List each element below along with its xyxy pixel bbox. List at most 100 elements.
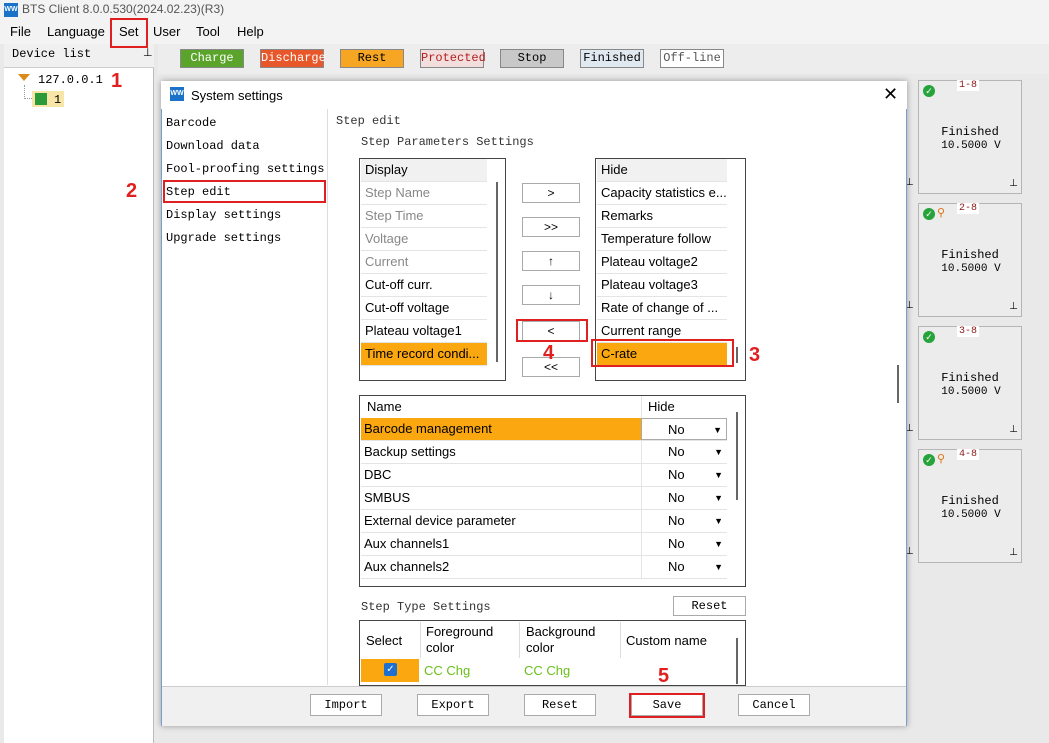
select-value: No: [668, 559, 685, 574]
table-row[interactable]: Aux channels2 No ▼: [361, 556, 727, 579]
import-button[interactable]: Import: [310, 694, 382, 716]
save-button[interactable]: Save: [631, 694, 703, 716]
hide-select[interactable]: No ▼: [641, 533, 727, 555]
hide-select[interactable]: No ▼: [641, 556, 727, 578]
channel-card[interactable]: ✓ ⚲ 4-8 Finished 10.5000 V ⊥: [918, 449, 1022, 563]
pin-icon[interactable]: ⊥: [143, 46, 153, 59]
channel-card[interactable]: ✓ 3-8 Finished 10.5000 V ⊥: [918, 326, 1022, 440]
hide-select[interactable]: No ▼: [641, 510, 727, 532]
list-item[interactable]: Plateau voltage3: [597, 274, 727, 297]
annotation-number: 2: [126, 180, 138, 202]
display-scrollbar[interactable]: [496, 182, 498, 362]
menu-user[interactable]: User: [153, 24, 180, 39]
nav-fool-proofing[interactable]: Fool-proofing settings: [166, 162, 324, 176]
table-row[interactable]: SMBUS No ▼: [361, 487, 727, 510]
list-item[interactable]: Plateau voltage1: [361, 320, 487, 343]
channel-card[interactable]: ✓ ⚲ 2-8 Finished 10.5000 V ⊥: [918, 203, 1022, 317]
app-icon: WW: [4, 3, 18, 17]
nav-download-data[interactable]: Download data: [166, 139, 260, 153]
status-protected[interactable]: Protected: [420, 49, 486, 68]
device-root[interactable]: 127.0.0.1: [38, 73, 103, 87]
list-item[interactable]: Temperature follow: [597, 228, 727, 251]
device-list-title: Device list: [12, 47, 92, 61]
channel-number: 3-8: [956, 326, 979, 337]
hide-select[interactable]: No ▼: [641, 464, 727, 486]
grid-scrollbar[interactable]: [736, 412, 738, 500]
move-up-button[interactable]: ↑: [522, 251, 580, 271]
table-row[interactable]: DBC No ▼: [361, 464, 727, 487]
checkbox-checked-icon[interactable]: ✓: [384, 663, 397, 676]
cancel-button[interactable]: Cancel: [738, 694, 810, 716]
dialog-scrollbar[interactable]: [897, 365, 899, 403]
nav-display-settings[interactable]: Display settings: [166, 208, 281, 222]
list-item[interactable]: Voltage: [361, 228, 487, 251]
channel-status: Finished: [941, 125, 999, 139]
status-rest[interactable]: Rest: [340, 49, 404, 68]
list-item[interactable]: Plateau voltage2: [597, 251, 727, 274]
section-title: Step edit: [336, 114, 401, 128]
key-icon: ⚲: [937, 207, 946, 219]
list-item[interactable]: Step Name: [361, 182, 487, 205]
move-all-right-button[interactable]: >>: [522, 217, 580, 237]
list-item-selected[interactable]: C-rate: [597, 343, 727, 366]
dialog-app-icon: WW: [170, 87, 184, 101]
export-button[interactable]: Export: [417, 694, 489, 716]
device-list-panel: [4, 44, 154, 743]
list-item[interactable]: Current: [361, 251, 487, 274]
list-item[interactable]: Step Time: [361, 205, 487, 228]
channel-card[interactable]: ✓ 1-8 Finished 10.5000 V ⊥: [918, 80, 1022, 194]
reset-button[interactable]: Reset: [524, 694, 596, 716]
pin-icon[interactable]: ⊥: [1009, 547, 1018, 558]
expand-icon[interactable]: [18, 74, 30, 81]
foreground-color-cell[interactable]: CC Chg: [424, 663, 470, 678]
nav-barcode[interactable]: Barcode: [166, 116, 216, 130]
status-charge[interactable]: Charge: [180, 49, 244, 68]
step-type-reset-button[interactable]: Reset: [673, 596, 746, 616]
menu-file[interactable]: File: [10, 24, 31, 39]
close-icon[interactable]: ✕: [883, 84, 898, 104]
list-item[interactable]: Rate of change of ...: [597, 297, 727, 320]
hide-select[interactable]: No ▼: [641, 487, 727, 509]
hide-scrollbar[interactable]: [736, 347, 738, 363]
step-type-title: Step Type Settings: [361, 600, 491, 614]
list-item[interactable]: Cut-off curr.: [361, 274, 487, 297]
pin-icon[interactable]: ⊥: [1009, 301, 1018, 312]
list-item[interactable]: Capacity statistics e...: [597, 182, 727, 205]
nav-step-edit[interactable]: Step edit: [166, 185, 231, 199]
table-row[interactable]: Barcode management No ▼: [361, 418, 727, 441]
nav-upgrade-settings[interactable]: Upgrade settings: [166, 231, 281, 245]
select-value: No: [668, 444, 685, 459]
select-value: No: [668, 536, 685, 551]
select-value: No: [668, 490, 685, 505]
channel-status: Finished: [941, 248, 999, 262]
pin-icon[interactable]: ⊥: [1009, 178, 1018, 189]
menu-help[interactable]: Help: [237, 24, 264, 39]
hide-select[interactable]: No ▼: [641, 441, 727, 463]
menu-set[interactable]: Set: [119, 24, 139, 39]
table-row[interactable]: Aux channels1 No ▼: [361, 533, 727, 556]
grid-name-cell: SMBUS: [364, 490, 411, 505]
status-finished[interactable]: Finished: [580, 49, 644, 68]
step-params-title: Step Parameters Settings: [361, 135, 534, 149]
table-row[interactable]: Backup settings No ▼: [361, 441, 727, 464]
grid-header: Name Hide: [361, 396, 727, 419]
status-offline[interactable]: Off-line: [660, 49, 724, 68]
move-down-button[interactable]: ↓: [522, 285, 580, 305]
step-type-scrollbar[interactable]: [736, 638, 738, 684]
annotation-number: 4: [543, 342, 555, 364]
channel-voltage: 10.5000 V: [941, 386, 1001, 398]
move-right-button[interactable]: >: [522, 183, 580, 203]
table-row[interactable]: External device parameter No ▼: [361, 510, 727, 533]
background-color-cell[interactable]: CC Chg: [524, 663, 570, 678]
hide-select[interactable]: No ▼: [641, 418, 727, 440]
menu-tool[interactable]: Tool: [196, 24, 220, 39]
menu-language[interactable]: Language: [47, 24, 105, 39]
list-item[interactable]: Current range: [597, 320, 727, 343]
list-item-selected[interactable]: Time record condi...: [361, 343, 487, 366]
move-left-button[interactable]: <: [522, 321, 580, 341]
status-discharge[interactable]: Discharge: [260, 49, 326, 68]
pin-icon[interactable]: ⊥: [1009, 424, 1018, 435]
list-item[interactable]: Cut-off voltage: [361, 297, 487, 320]
list-item[interactable]: Remarks: [597, 205, 727, 228]
status-stop[interactable]: Stop: [500, 49, 564, 68]
